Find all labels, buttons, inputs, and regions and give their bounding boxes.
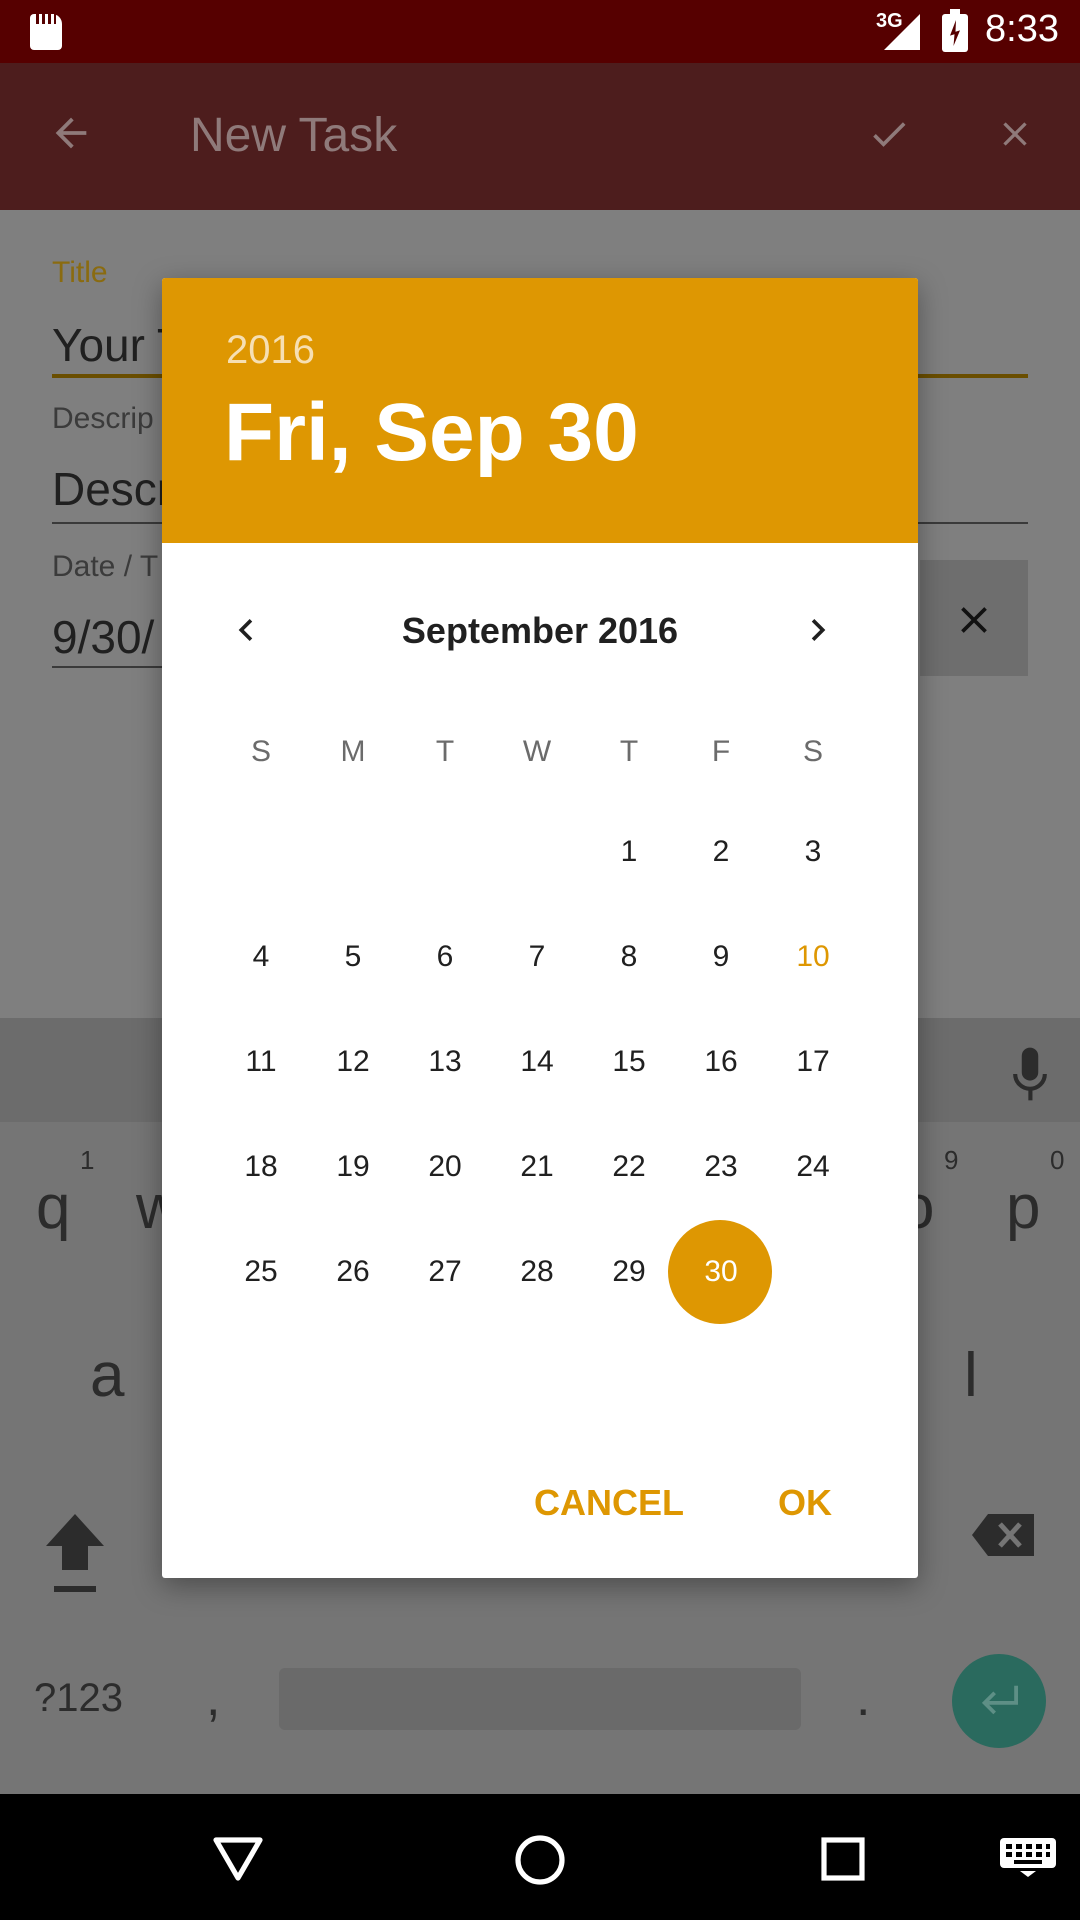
calendar-day[interactable]: 29 xyxy=(583,1226,675,1318)
key-hint: 0 xyxy=(1050,1145,1065,1175)
calendar-day[interactable]: 6 xyxy=(399,911,491,1003)
key-q[interactable]: q xyxy=(36,1172,70,1243)
calendar-day[interactable]: 13 xyxy=(399,1016,491,1108)
weekday-label: W xyxy=(522,735,552,768)
mic-icon[interactable] xyxy=(1010,1046,1050,1102)
calendar-day[interactable]: 26 xyxy=(307,1226,399,1318)
calendar-day[interactable]: 28 xyxy=(491,1226,583,1318)
symbols-key[interactable]: ?123 xyxy=(34,1676,123,1721)
close-icon xyxy=(961,607,987,633)
nav-home-icon[interactable] xyxy=(514,1834,566,1886)
shift-icon[interactable] xyxy=(42,1510,108,1594)
check-icon[interactable] xyxy=(864,112,914,156)
calendar-day-selected[interactable]: 30 xyxy=(675,1226,767,1318)
battery-icon xyxy=(942,9,968,52)
weekday-label: F xyxy=(711,735,731,768)
weekday-label: S xyxy=(250,735,271,768)
comma-key[interactable]: , xyxy=(206,1668,220,1728)
enter-key[interactable] xyxy=(952,1654,1046,1748)
space-key[interactable] xyxy=(279,1668,801,1730)
chevron-right-icon[interactable] xyxy=(796,608,840,652)
year-label[interactable]: 2016 xyxy=(226,328,315,373)
key-p[interactable]: p xyxy=(1006,1172,1040,1243)
calendar-day[interactable]: 9 xyxy=(675,911,767,1003)
nav-back-icon[interactable] xyxy=(212,1836,264,1882)
arrow-back-icon[interactable] xyxy=(48,110,94,156)
weekday-label: T xyxy=(435,735,455,768)
description-label: Descrip xyxy=(52,402,154,435)
calendar-day[interactable]: 4 xyxy=(215,911,307,1003)
cancel-button[interactable]: CANCEL xyxy=(534,1482,684,1524)
page-title: New Task xyxy=(190,109,398,162)
selected-date-label[interactable]: Fri, Sep 30 xyxy=(224,386,639,480)
calendar-day[interactable]: 25 xyxy=(215,1226,307,1318)
calendar-day[interactable]: 19 xyxy=(307,1121,399,1213)
calendar-day[interactable]: 22 xyxy=(583,1121,675,1213)
period-key[interactable]: . xyxy=(856,1668,870,1728)
calendar-day[interactable]: 27 xyxy=(399,1226,491,1318)
key-hint: 1 xyxy=(80,1145,95,1175)
calendar-day[interactable]: 3 xyxy=(767,806,859,898)
calendar-day[interactable]: 7 xyxy=(491,911,583,1003)
title-label: Title xyxy=(52,256,108,289)
calendar-day[interactable]: 20 xyxy=(399,1121,491,1213)
calendar-day[interactable]: 1 xyxy=(583,806,675,898)
calendar-day[interactable]: 5 xyxy=(307,911,399,1003)
description-input[interactable]: Descr xyxy=(52,462,172,516)
weekday-label: S xyxy=(802,735,823,768)
signal-icon xyxy=(884,14,920,50)
status-time: 8:33 xyxy=(985,8,1059,50)
nav-recents-icon[interactable] xyxy=(820,1836,866,1882)
weekday-label: M xyxy=(340,735,366,768)
calendar-day-today[interactable]: 10 xyxy=(767,911,859,1003)
calendar-day[interactable]: 8 xyxy=(583,911,675,1003)
date-picker-header: 2016 Fri, Sep 30 xyxy=(162,278,918,543)
date-underline xyxy=(52,666,172,668)
calendar-day[interactable]: 2 xyxy=(675,806,767,898)
key-hint: 9 xyxy=(944,1145,959,1175)
calendar-day[interactable]: 24 xyxy=(767,1121,859,1213)
calendar-day[interactable]: 23 xyxy=(675,1121,767,1213)
calendar-day[interactable]: 14 xyxy=(491,1016,583,1108)
calendar-day[interactable]: 11 xyxy=(215,1016,307,1108)
ok-button[interactable]: OK xyxy=(778,1482,832,1524)
key-l[interactable]: l xyxy=(964,1340,978,1411)
calendar-day[interactable]: 12 xyxy=(307,1016,399,1108)
app-bar xyxy=(0,63,1080,210)
backspace-icon[interactable] xyxy=(970,1512,1036,1558)
calendar-day[interactable]: 17 xyxy=(767,1016,859,1108)
calendar-day[interactable]: 21 xyxy=(491,1121,583,1213)
enter-icon xyxy=(981,1685,1018,1715)
calendar-day[interactable]: 16 xyxy=(675,1016,767,1108)
close-icon[interactable] xyxy=(995,114,1035,154)
weekday-label: T xyxy=(619,735,639,768)
sd-card-icon xyxy=(30,14,62,50)
key-a[interactable]: a xyxy=(90,1340,124,1411)
calendar-day[interactable]: 15 xyxy=(583,1016,675,1108)
date-label: Date / T xyxy=(52,550,159,583)
keyboard-icon[interactable] xyxy=(1000,1838,1056,1878)
date-picker-dialog: 2016 Fri, Sep 30 September 2016 S M T W … xyxy=(162,278,918,1578)
date-input[interactable]: 9/30/ xyxy=(52,610,154,664)
calendar-day[interactable]: 18 xyxy=(215,1121,307,1213)
